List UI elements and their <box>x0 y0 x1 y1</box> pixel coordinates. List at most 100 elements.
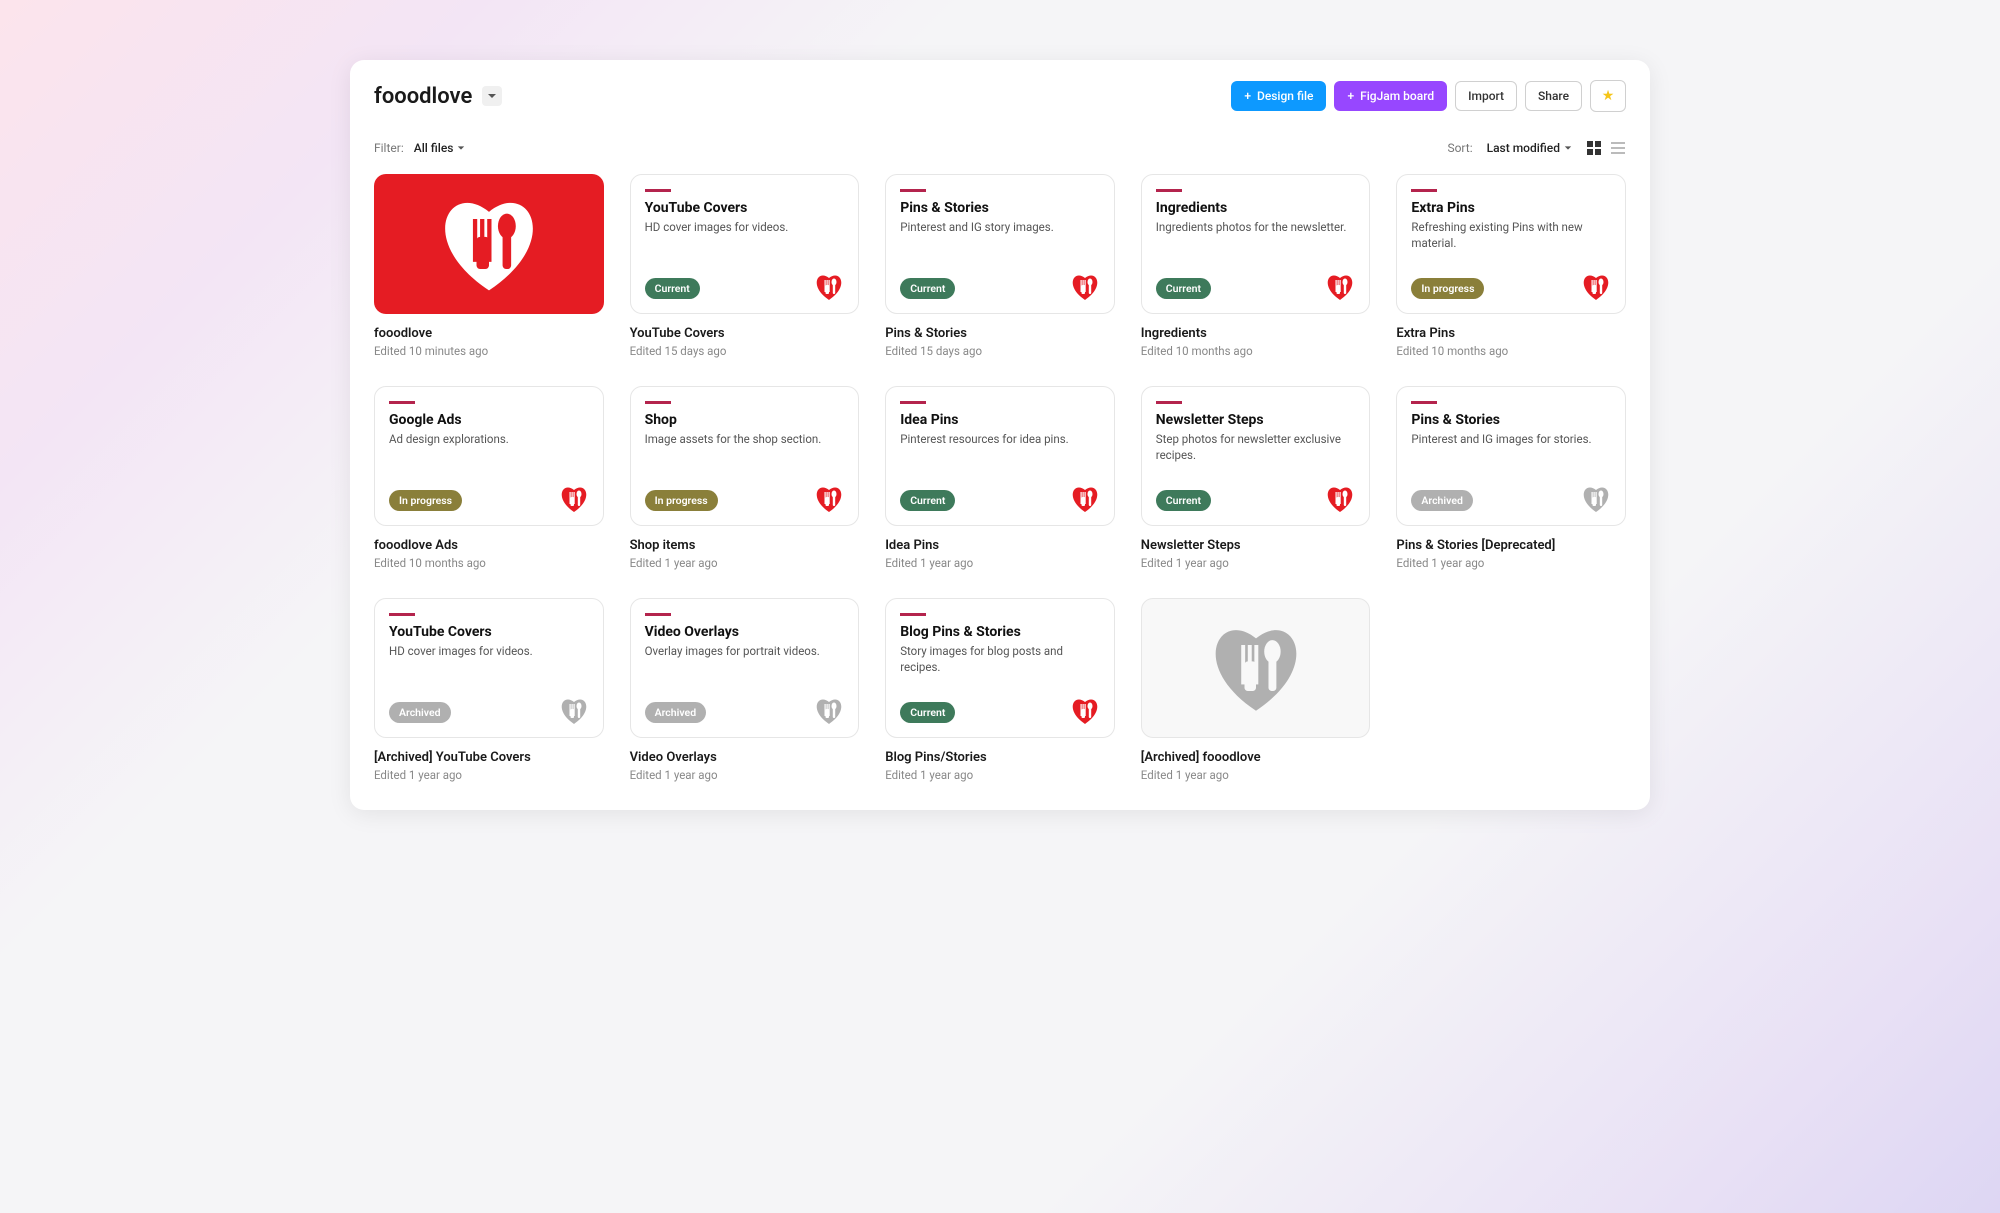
card-subtitle: Step photos for newsletter exclusive rec… <box>1156 432 1356 463</box>
file-item: YouTube Covers HD cover images for video… <box>630 174 860 358</box>
file-name: Newsletter Steps <box>1141 538 1371 553</box>
card-title: Newsletter Steps <box>1156 412 1356 428</box>
import-button[interactable]: Import <box>1455 81 1517 111</box>
file-grid: fooodloveEdited 10 minutes ago YouTube C… <box>374 174 1626 782</box>
grid-view-icon[interactable] <box>1586 140 1602 156</box>
chevron-down-icon <box>1564 144 1572 152</box>
heart-logo-icon <box>429 194 549 294</box>
accent-bar <box>645 401 671 404</box>
accent-bar <box>900 189 926 192</box>
heart-logo-icon <box>1070 697 1100 725</box>
status-badge: Current <box>1156 278 1211 299</box>
file-meta: Edited 1 year ago <box>1141 768 1371 782</box>
file-name: Ingredients <box>1141 326 1371 341</box>
accent-bar <box>389 613 415 616</box>
file-meta: Edited 15 days ago <box>885 344 1115 358</box>
chevron-down-icon <box>457 144 465 152</box>
share-label: Share <box>1538 89 1569 103</box>
filter-value: All files <box>414 141 454 155</box>
file-thumbnail[interactable]: Newsletter Steps Step photos for newslet… <box>1141 386 1371 526</box>
chevron-down-icon <box>487 91 497 101</box>
file-thumbnail-archived-cover[interactable] <box>1141 598 1371 738</box>
file-thumbnail-cover[interactable] <box>374 174 604 314</box>
card-title: Blog Pins & Stories <box>900 624 1100 640</box>
card-title: Shop <box>645 412 845 428</box>
heart-logo-icon <box>814 485 844 513</box>
heart-logo-icon <box>1581 273 1611 301</box>
file-name: Pins & Stories [Deprecated] <box>1396 538 1626 553</box>
view-toggles <box>1586 140 1626 156</box>
file-thumbnail[interactable]: Video Overlays Overlay images for portra… <box>630 598 860 738</box>
card-subtitle: Ingredients photos for the newsletter. <box>1156 220 1356 236</box>
file-thumbnail[interactable]: Shop Image assets for the shop section. … <box>630 386 860 526</box>
figjam-label: FigJam board <box>1360 89 1434 103</box>
sort-dropdown[interactable]: Last modified <box>1487 141 1572 155</box>
file-item: Newsletter Steps Step photos for newslet… <box>1141 386 1371 570</box>
card-subtitle: Image assets for the shop section. <box>645 432 845 448</box>
header-left: fooodlove <box>374 84 502 109</box>
new-design-file-button[interactable]: + Design file <box>1231 81 1326 111</box>
file-item: Pins & Stories Pinterest and IG story im… <box>885 174 1115 358</box>
file-thumbnail[interactable]: Pins & Stories Pinterest and IG images f… <box>1396 386 1626 526</box>
file-thumbnail[interactable]: YouTube Covers HD cover images for video… <box>630 174 860 314</box>
heart-logo-icon <box>814 273 844 301</box>
card-title: Ingredients <box>1156 200 1356 216</box>
file-item: Idea Pins Pinterest resources for idea p… <box>885 386 1115 570</box>
header: fooodlove + Design file + FigJam board I… <box>374 80 1626 112</box>
file-meta: Edited 1 year ago <box>885 556 1115 570</box>
heart-logo-icon <box>1070 273 1100 301</box>
list-view-icon[interactable] <box>1610 140 1626 156</box>
card-title: YouTube Covers <box>645 200 845 216</box>
card-title: Idea Pins <box>900 412 1100 428</box>
status-badge: In progress <box>645 490 718 511</box>
star-button[interactable]: ★ <box>1590 80 1626 112</box>
card-title: YouTube Covers <box>389 624 589 640</box>
filter-dropdown[interactable]: All files <box>414 141 466 155</box>
sort-value: Last modified <box>1487 141 1560 155</box>
file-thumbnail[interactable]: Google Ads Ad design explorations. In pr… <box>374 386 604 526</box>
heart-logo-icon <box>1070 485 1100 513</box>
file-thumbnail[interactable]: Blog Pins & Stories Story images for blo… <box>885 598 1115 738</box>
card-subtitle: Pinterest and IG story images. <box>900 220 1100 236</box>
file-name: fooodlove <box>374 326 604 341</box>
card-title: Pins & Stories <box>1411 412 1611 428</box>
file-item: Video Overlays Overlay images for portra… <box>630 598 860 782</box>
status-badge: Archived <box>645 702 707 723</box>
file-name: YouTube Covers <box>630 326 860 341</box>
file-meta: Edited 10 months ago <box>374 556 604 570</box>
card-subtitle: Pinterest resources for idea pins. <box>900 432 1100 448</box>
file-name: Shop items <box>630 538 860 553</box>
plus-icon: + <box>1244 90 1251 102</box>
card-title: Extra Pins <box>1411 200 1611 216</box>
card-subtitle: Refreshing existing Pins with new materi… <box>1411 220 1611 251</box>
file-meta: Edited 1 year ago <box>630 768 860 782</box>
star-icon: ★ <box>1602 88 1615 104</box>
file-meta: Edited 1 year ago <box>1396 556 1626 570</box>
file-name: Idea Pins <box>885 538 1115 553</box>
heart-logo-icon <box>559 697 589 725</box>
card-subtitle: HD cover images for videos. <box>645 220 845 236</box>
file-thumbnail[interactable]: Idea Pins Pinterest resources for idea p… <box>885 386 1115 526</box>
accent-bar <box>1411 401 1437 404</box>
card-subtitle: Pinterest and IG images for stories. <box>1411 432 1611 448</box>
file-item: fooodloveEdited 10 minutes ago <box>374 174 604 358</box>
project-menu-button[interactable] <box>482 86 502 106</box>
status-badge: In progress <box>389 490 462 511</box>
file-name: Pins & Stories <box>885 326 1115 341</box>
file-thumbnail[interactable]: Extra Pins Refreshing existing Pins with… <box>1396 174 1626 314</box>
heart-logo-icon <box>1325 485 1355 513</box>
accent-bar <box>645 189 671 192</box>
file-thumbnail[interactable]: Ingredients Ingredients photos for the n… <box>1141 174 1371 314</box>
new-figjam-button[interactable]: + FigJam board <box>1334 81 1447 111</box>
share-button[interactable]: Share <box>1525 81 1582 111</box>
file-meta: Edited 10 months ago <box>1141 344 1371 358</box>
file-item: Ingredients Ingredients photos for the n… <box>1141 174 1371 358</box>
filter-left: Filter: All files <box>374 141 465 155</box>
file-meta: Edited 1 year ago <box>374 768 604 782</box>
file-thumbnail[interactable]: Pins & Stories Pinterest and IG story im… <box>885 174 1115 314</box>
accent-bar <box>1411 189 1437 192</box>
file-name: Blog Pins/Stories <box>885 750 1115 765</box>
accent-bar <box>900 401 926 404</box>
project-title: fooodlove <box>374 84 472 109</box>
file-thumbnail[interactable]: YouTube Covers HD cover images for video… <box>374 598 604 738</box>
